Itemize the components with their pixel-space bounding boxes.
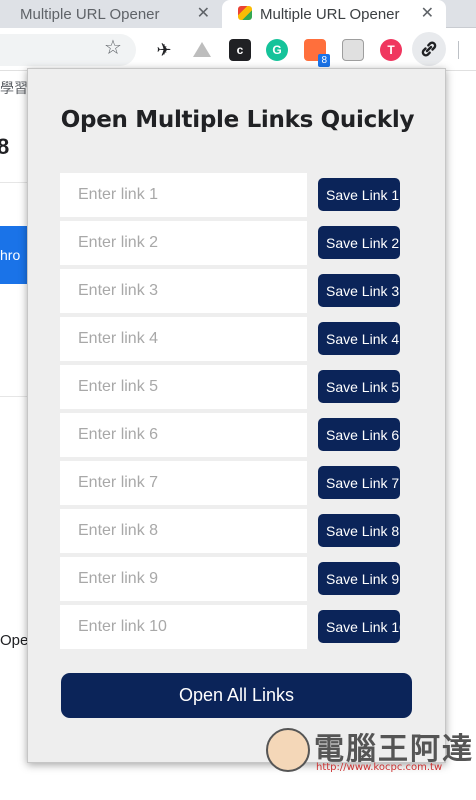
link-row: Save Link 10 xyxy=(60,605,402,649)
code-extension-icon[interactable]: c xyxy=(229,39,251,61)
link-row: Save Link 7 xyxy=(60,461,402,505)
watermark-url: http://www.kocpc.com.tw xyxy=(316,762,443,773)
page-text-fragment: Ope xyxy=(0,632,29,649)
save-link-1-button[interactable]: Save Link 1 xyxy=(318,178,400,211)
favicon-icon xyxy=(238,6,252,20)
save-link-6-button[interactable]: Save Link 6 xyxy=(318,418,400,451)
close-icon[interactable]: ✕ xyxy=(421,3,434,23)
divider xyxy=(0,396,30,397)
mascot-face-icon xyxy=(266,728,310,772)
save-link-10-button[interactable]: Save Link 10 xyxy=(318,610,400,643)
tag-extension-icon[interactable]: T xyxy=(380,39,402,61)
save-link-8-button[interactable]: Save Link 8 xyxy=(318,514,400,547)
link-input-6[interactable] xyxy=(60,413,307,457)
link-input-5[interactable] xyxy=(60,365,307,409)
browser-toolbar: ☆ ✈ c G 8 T xyxy=(0,29,476,71)
link-row: Save Link 3 xyxy=(60,269,402,313)
extension-badge: 8 xyxy=(318,54,330,67)
save-link-9-button[interactable]: Save Link 9 xyxy=(318,562,400,595)
link-input-2[interactable] xyxy=(60,221,307,265)
save-link-3-button[interactable]: Save Link 3 xyxy=(318,274,400,307)
link-input-8[interactable] xyxy=(60,509,307,553)
link-row: Save Link 4 xyxy=(60,317,402,361)
divider xyxy=(0,182,30,183)
link-input-4[interactable] xyxy=(60,317,307,361)
bird-extension-icon[interactable]: ✈ xyxy=(153,39,175,61)
bookmark-item[interactable]: 學習 xyxy=(0,78,30,98)
save-link-7-button[interactable]: Save Link 7 xyxy=(318,466,400,499)
grammarly-icon[interactable]: G xyxy=(266,39,288,61)
folder-extension-icon[interactable]: 8 xyxy=(304,39,330,67)
extension-popup: Open Multiple Links Quickly Save Link 1 … xyxy=(27,68,446,763)
link-icon xyxy=(421,41,437,57)
toolbar-separator xyxy=(458,41,459,59)
bookmark-star-icon[interactable]: ☆ xyxy=(104,35,122,60)
save-link-4-button[interactable]: Save Link 4 xyxy=(318,322,400,355)
open-all-links-button[interactable]: Open All Links xyxy=(61,673,412,718)
close-icon[interactable]: ✕ xyxy=(197,3,210,23)
save-link-2-button[interactable]: Save Link 2 xyxy=(318,226,400,259)
page-header-fragment: 8 xyxy=(0,134,10,159)
link-input-1[interactable] xyxy=(60,173,307,217)
link-input-10[interactable] xyxy=(60,605,307,649)
link-row: Save Link 6 xyxy=(60,413,402,457)
popup-title: Open Multiple Links Quickly xyxy=(60,107,415,133)
save-link-5-button[interactable]: Save Link 5 xyxy=(318,370,400,403)
link-row: Save Link 8 xyxy=(60,509,402,553)
watermark-logo: 電腦王阿達 http://www.kocpc.com.tw xyxy=(266,724,472,784)
tab-title: Multiple URL Opener xyxy=(260,6,400,23)
link-row: Save Link 5 xyxy=(60,365,402,409)
link-row: Save Link 2 xyxy=(60,221,402,265)
tab-strip: Multiple URL Opener ✕ Multiple URL Opene… xyxy=(0,0,476,29)
link-row: Save Link 9 xyxy=(60,557,402,601)
tab-inactive[interactable]: Multiple URL Opener ✕ xyxy=(0,0,222,28)
drive-extension-icon[interactable] xyxy=(191,39,213,61)
link-input-3[interactable] xyxy=(60,269,307,313)
link-input-7[interactable] xyxy=(60,461,307,505)
link-extension-button[interactable] xyxy=(412,32,446,66)
link-row: Save Link 1 xyxy=(60,173,402,217)
link-input-9[interactable] xyxy=(60,557,307,601)
image-extension-icon[interactable] xyxy=(342,39,364,61)
page-button-fragment[interactable]: hro xyxy=(0,226,28,284)
tab-active[interactable]: Multiple URL Opener ✕ xyxy=(222,0,446,29)
tab-title: Multiple URL Opener xyxy=(20,5,160,23)
